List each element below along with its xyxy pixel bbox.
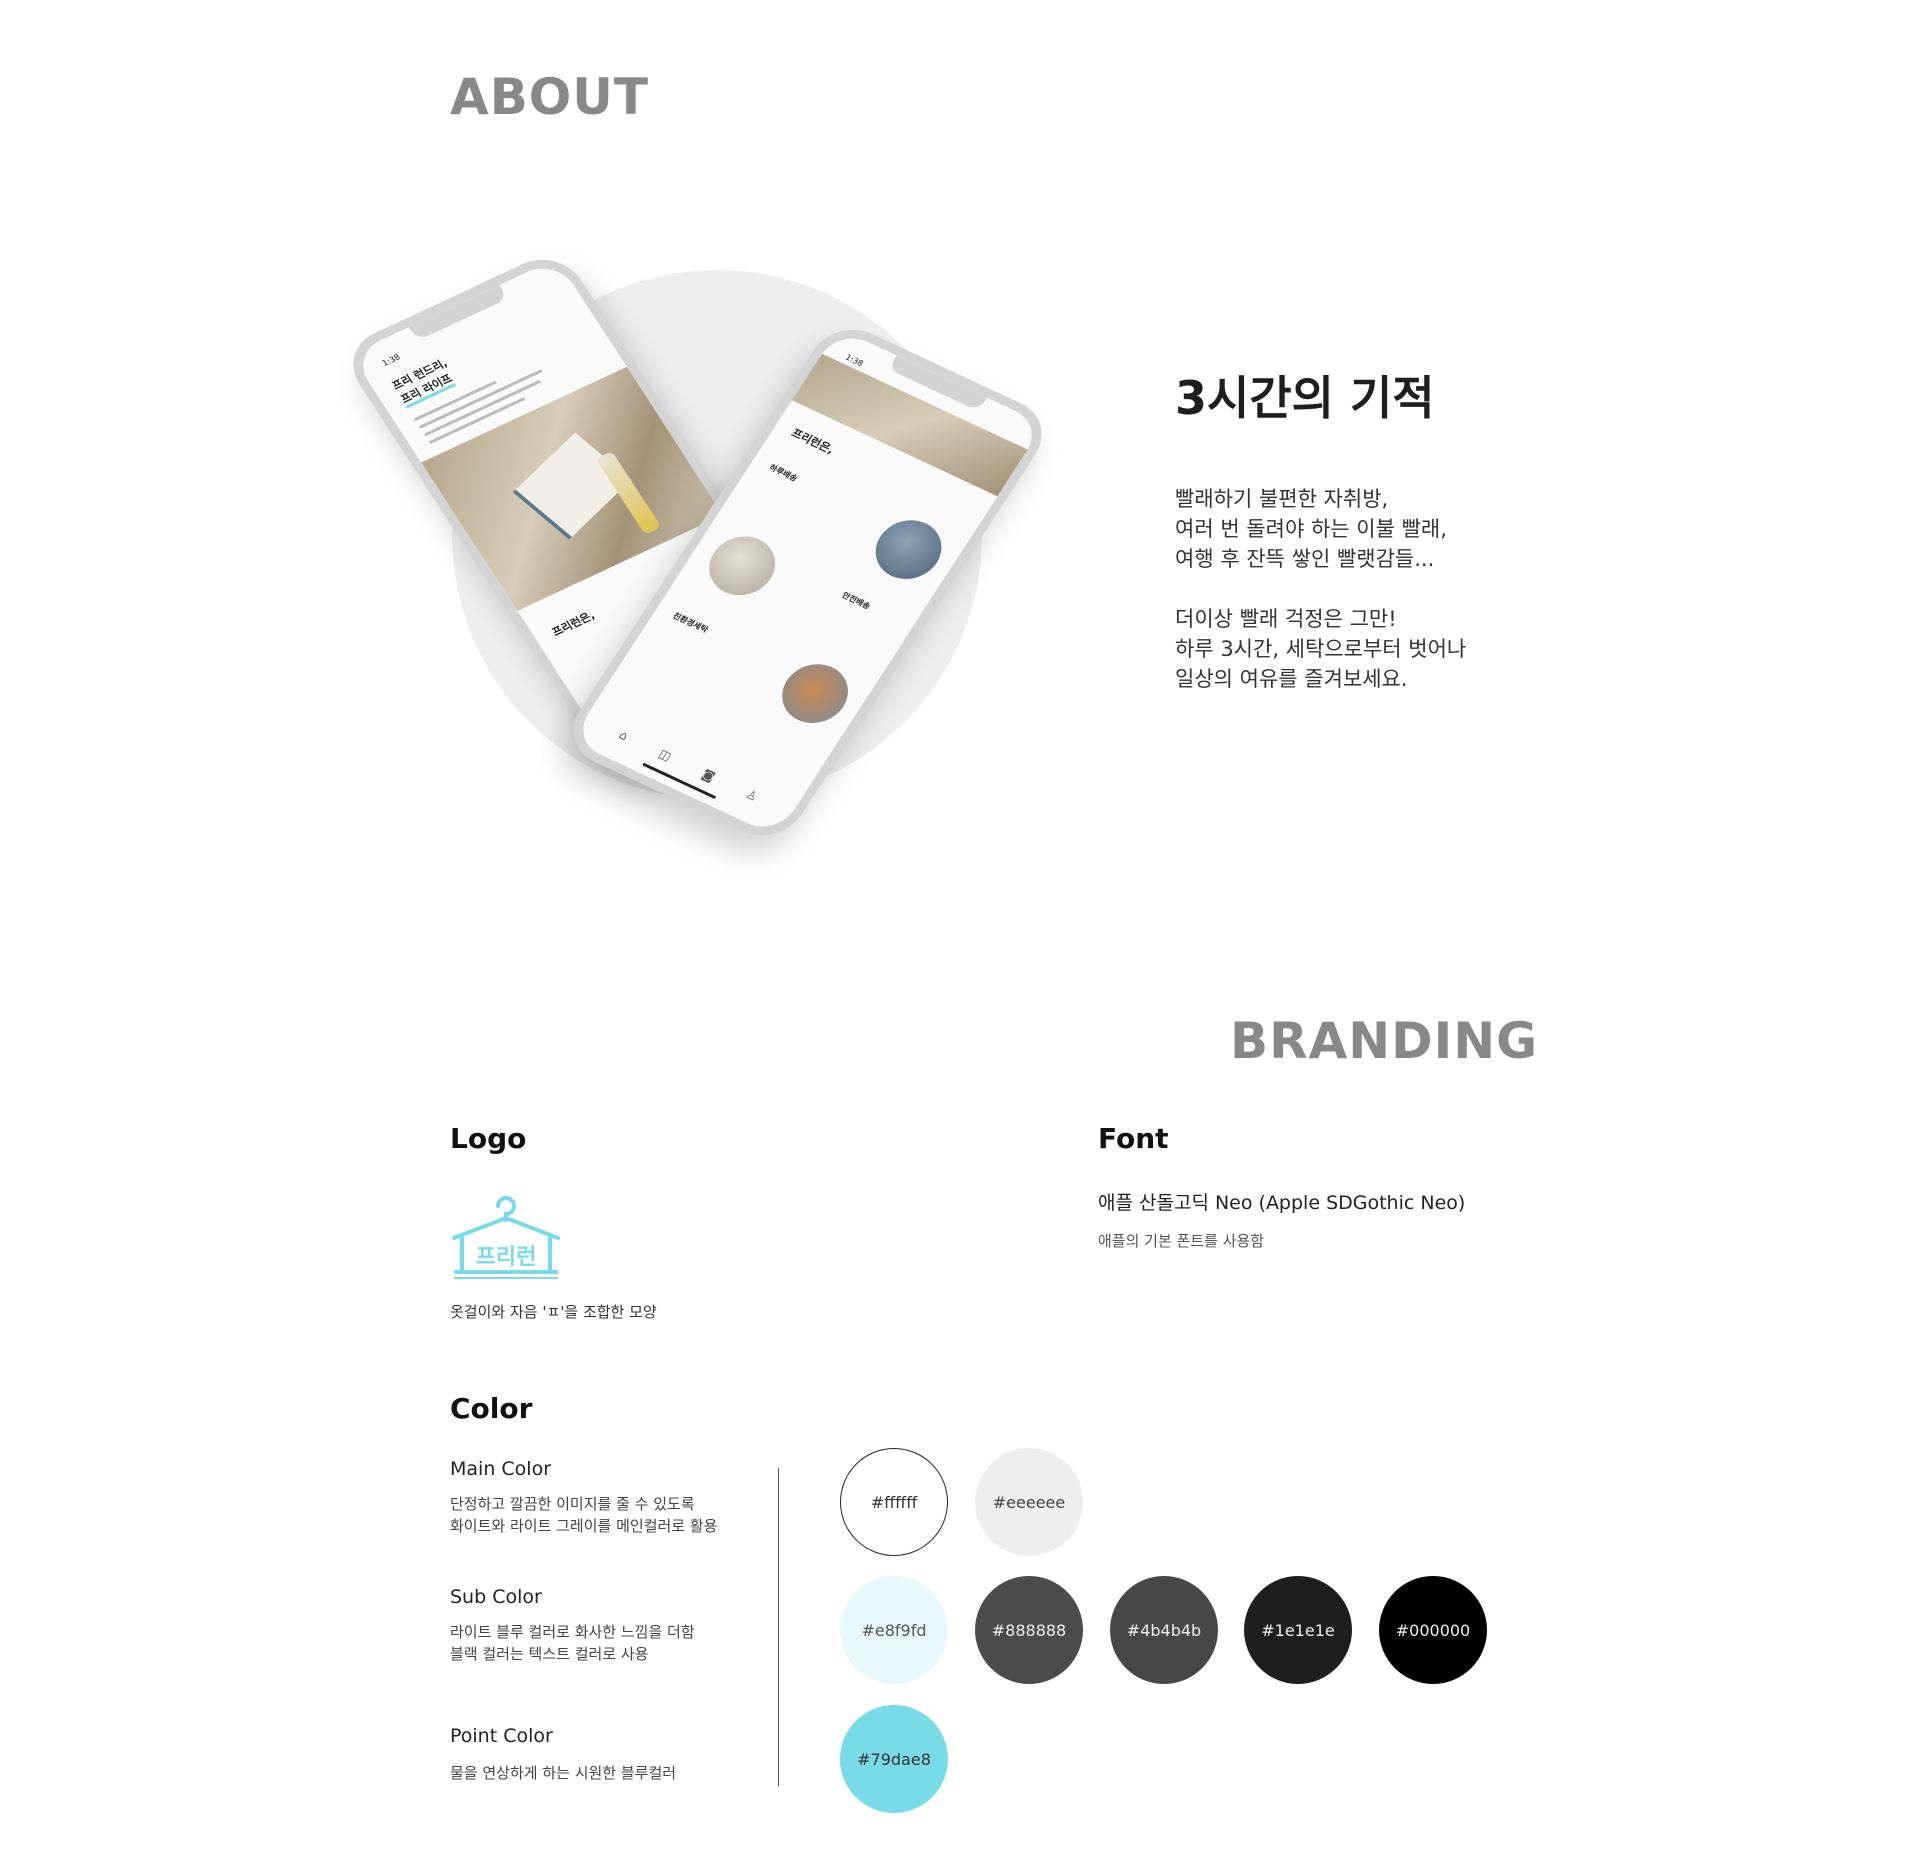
color-title: Color bbox=[450, 1392, 533, 1425]
logo-title: Logo bbox=[450, 1122, 527, 1155]
hanger-logo-icon: 프리런 bbox=[452, 1196, 560, 1279]
point-color-label: Point Color bbox=[450, 1725, 553, 1747]
color-swatch-eeeeee: #eeeeee bbox=[975, 1448, 1083, 1556]
color-swatch-4b4b4b: #4b4b4b bbox=[1110, 1576, 1218, 1684]
app-tab-bar: ⌂ ◫ ◙ ♙ bbox=[582, 712, 795, 820]
feature-photo bbox=[769, 654, 861, 733]
desc-line: 블랙 컬러는 텍스트 컬러로 사용 bbox=[450, 1645, 649, 1663]
main-color-description: 단정하고 깔끔한 이미지를 줄 수 있도록 화이트와 라이트 그레이를 메인컬러… bbox=[450, 1493, 717, 1537]
logo-mark-text: 프리런 bbox=[476, 1245, 537, 1270]
color-swatch-000000: #000000 bbox=[1379, 1576, 1487, 1684]
app-headline: 프리 런드리, 프리 라이프 bbox=[389, 356, 460, 409]
user-icon: ♙ bbox=[743, 787, 761, 804]
about-desc-line: 빨래하기 불편한 자취방, bbox=[1175, 487, 1389, 511]
bag-icon: ◫ bbox=[656, 746, 675, 764]
desc-line: 라이트 블루 컬러로 화사한 느낌을 더함 bbox=[450, 1623, 695, 1641]
about-headline: 3시간의 기적 bbox=[1175, 371, 1435, 425]
feature-item: 친환경세탁 bbox=[668, 611, 709, 638]
about-desc-line: 일상의 여유를 즐겨보세요. bbox=[1175, 667, 1408, 691]
about-desc-line: 하루 3시간, 세탁으로부터 벗어나 bbox=[1175, 637, 1467, 661]
app-section-title: 프리런은, bbox=[549, 608, 598, 639]
feature-photo bbox=[697, 526, 788, 606]
app-section-title: 프리런은, bbox=[788, 426, 837, 457]
about-desc-line: 더이상 빨래 걱정은 그만! bbox=[1175, 607, 1397, 631]
font-description: 애플의 기본 폰트를 사용함 bbox=[1098, 1232, 1265, 1250]
main-color-label: Main Color bbox=[450, 1458, 552, 1480]
desc-line: 화이트와 라이트 그레이를 메인컬러로 활용 bbox=[450, 1517, 718, 1535]
branding-section-title: BRANDING bbox=[1230, 1012, 1539, 1070]
font-name: 애플 산돌고딕 Neo (Apple SDGothic Neo) bbox=[1098, 1192, 1466, 1214]
color-swatch-e8f9fd: #e8f9fd bbox=[840, 1576, 948, 1684]
color-swatch-ffffff: #ffffff bbox=[840, 1448, 948, 1556]
feature-title: 친환경세탁 bbox=[671, 611, 710, 635]
font-title: Font bbox=[1098, 1122, 1169, 1155]
color-swatch-1e1e1e: #1e1e1e bbox=[1244, 1576, 1352, 1684]
feature-item: 하루배송 bbox=[765, 463, 799, 487]
home-icon: ⌂ bbox=[616, 728, 631, 744]
status-time: 1:38 bbox=[380, 352, 402, 368]
feature-title: 안전배송 bbox=[840, 590, 872, 611]
feature-title: 하루배송 bbox=[767, 462, 800, 484]
about-description: 빨래하기 불편한 자취방, 여러 번 돌려야 하는 이불 빨래, 여행 후 잔뜩… bbox=[1175, 484, 1466, 694]
desc-line: 단정하고 깔끔한 이미지를 줄 수 있도록 bbox=[450, 1495, 695, 1513]
phone-mockup: 1:38 프리 런드리, 프리 라이프 프리런은, ⌂ ◫ ◙ 1:38 프리런… bbox=[337, 246, 1058, 849]
about-section-title: ABOUT bbox=[450, 68, 650, 126]
feature-photo bbox=[863, 510, 954, 589]
washer-icon: ◙ bbox=[699, 766, 718, 784]
phone-notch bbox=[408, 285, 508, 341]
sub-color-description: 라이트 블루 컬러로 화사한 느낌을 더함 블랙 컬러는 텍스트 컬러로 사용 bbox=[450, 1621, 695, 1665]
color-swatch-888888: #888888 bbox=[975, 1576, 1083, 1684]
sub-color-label: Sub Color bbox=[450, 1586, 542, 1608]
color-swatch-79dae8: #79dae8 bbox=[840, 1705, 948, 1813]
logo-description: 옷걸이와 자음 'ㅍ'을 조합한 모양 bbox=[450, 1303, 657, 1321]
about-desc-line: 여러 번 돌려야 하는 이불 빨래, bbox=[1175, 517, 1447, 541]
color-divider bbox=[778, 1468, 779, 1786]
feature-item: 안전배송 bbox=[838, 591, 872, 615]
about-desc-line: 여행 후 잔뜩 쌓인 빨랫감들... bbox=[1175, 547, 1435, 571]
point-color-description: 물을 연상하게 하는 시원한 블루컬러 bbox=[450, 1764, 677, 1782]
